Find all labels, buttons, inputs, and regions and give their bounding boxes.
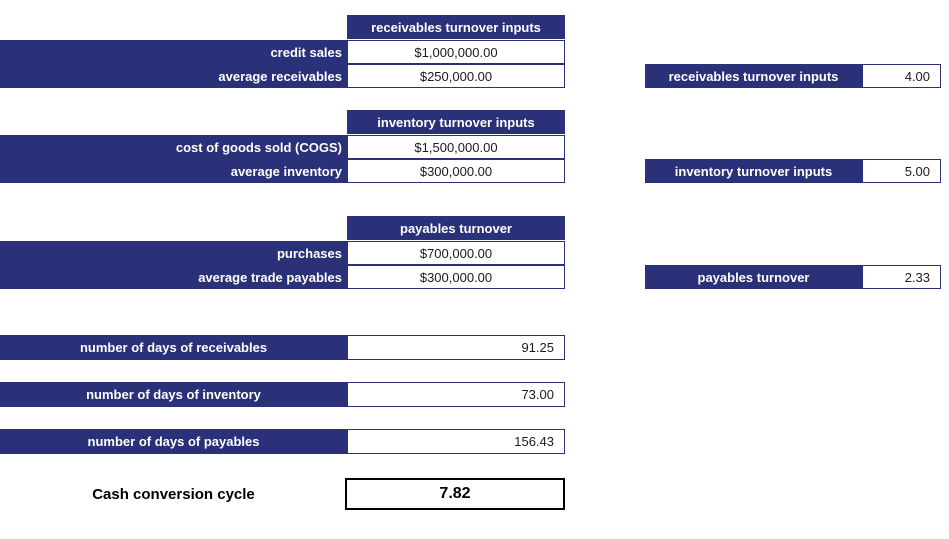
result-label-receivables-turnover: receivables turnover inputs <box>645 64 862 88</box>
row-value-average-trade-payables[interactable]: $300,000.00 <box>347 265 565 289</box>
spreadsheet-canvas: receivables turnover inputs credit sales… <box>0 0 949 539</box>
table-header-receivables: receivables turnover inputs <box>347 15 565 39</box>
row-value-average-inventory[interactable]: $300,000.00 <box>347 159 565 183</box>
row-value-average-receivables[interactable]: $250,000.00 <box>347 64 565 88</box>
result-label-payables-turnover: payables turnover <box>645 265 862 289</box>
row-value-cogs[interactable]: $1,500,000.00 <box>347 135 565 159</box>
result-value-receivables-turnover[interactable]: 4.00 <box>862 64 941 88</box>
table-header-payables: payables turnover <box>347 216 565 240</box>
result-value-inventory-turnover[interactable]: 5.00 <box>862 159 941 183</box>
row-value-credit-sales[interactable]: $1,000,000.00 <box>347 40 565 64</box>
result-value-days-of-payables[interactable]: 156.43 <box>347 429 565 454</box>
result-value-days-of-inventory[interactable]: 73.00 <box>347 382 565 407</box>
result-value-payables-turnover[interactable]: 2.33 <box>862 265 941 289</box>
row-label-cogs: cost of goods sold (COGS) <box>0 135 347 159</box>
result-label-days-of-receivables: number of days of receivables <box>0 335 347 360</box>
result-label-days-of-inventory: number of days of inventory <box>0 382 347 407</box>
result-value-days-of-receivables[interactable]: 91.25 <box>347 335 565 360</box>
summary-value-cash-conversion-cycle[interactable]: 7.82 <box>345 478 565 510</box>
row-label-credit-sales: credit sales <box>0 40 347 64</box>
row-label-average-receivables: average receivables <box>0 64 347 88</box>
row-value-purchases[interactable]: $700,000.00 <box>347 241 565 265</box>
row-label-purchases: purchases <box>0 241 347 265</box>
row-label-average-trade-payables: average trade payables <box>0 265 347 289</box>
result-label-days-of-payables: number of days of payables <box>0 429 347 454</box>
summary-label-cash-conversion-cycle: Cash conversion cycle <box>92 485 255 503</box>
table-header-inventory: inventory turnover inputs <box>347 110 565 134</box>
result-label-inventory-turnover: inventory turnover inputs <box>645 159 862 183</box>
row-label-average-inventory: average inventory <box>0 159 347 183</box>
